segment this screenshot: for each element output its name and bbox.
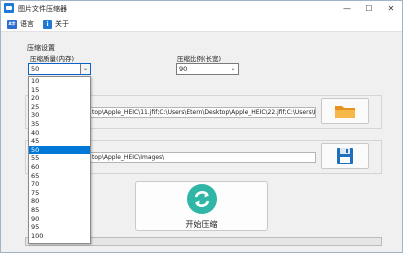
output-folder-field[interactable]: top\Apple_HEIC\Images\ <box>89 152 316 163</box>
quality-option[interactable]: 80 <box>29 197 90 206</box>
quality-option[interactable]: 20 <box>29 94 90 103</box>
start-compress-button[interactable]: 开始压缩 <box>135 181 268 231</box>
quality-option[interactable]: 95 <box>29 223 90 232</box>
quality-option[interactable]: 40 <box>29 129 90 138</box>
quality-option[interactable]: 10 <box>29 77 90 86</box>
ratio-label: 压缩比例(长宽) <box>177 55 222 63</box>
chevron-down-icon[interactable]: ⌄ <box>228 64 238 74</box>
menu-about[interactable]: i 关于 <box>43 18 69 30</box>
folder-icon <box>335 106 355 118</box>
quality-dropdown-list: 10 15 20 25 30 35 40 45 50 55 60 65 70 75 80 85 90 95 100 <box>28 76 91 244</box>
input-files-field[interactable]: top\Apple_HEIC\11.jfif;C:\Users\Etern\De… <box>89 107 316 118</box>
menu-language[interactable]: A字 语言 <box>7 18 34 30</box>
language-icon: A字 <box>7 19 17 29</box>
window-title: 图片文件压缩器 <box>18 5 67 13</box>
refresh-icon <box>187 184 217 214</box>
open-folder-button[interactable] <box>321 98 369 124</box>
quality-select[interactable]: 50 ⌄ <box>28 63 91 75</box>
settings-group-title: 压缩设置 <box>27 44 55 52</box>
info-icon: i <box>43 19 52 29</box>
app-icon <box>4 3 14 13</box>
quality-option[interactable]: 90 <box>29 215 90 224</box>
title-bar: 图片文件压缩器 — ☐ ✕ <box>1 1 402 16</box>
menu-language-label: 语言 <box>20 20 34 28</box>
maximize-button[interactable]: ☐ <box>358 1 380 16</box>
quality-option[interactable]: 85 <box>29 206 90 215</box>
minimize-button[interactable]: — <box>336 1 358 16</box>
ratio-select[interactable]: 90 ⌄ <box>176 63 239 75</box>
menu-about-label: 关于 <box>55 20 69 28</box>
close-button[interactable]: ✕ <box>380 1 402 16</box>
quality-select-value: 50 <box>31 65 40 73</box>
quality-option[interactable]: 25 <box>29 103 90 112</box>
chevron-down-icon[interactable]: ⌄ <box>80 64 90 74</box>
quality-option[interactable]: 70 <box>29 180 90 189</box>
quality-option[interactable]: 55 <box>29 154 90 163</box>
ratio-select-value: 90 <box>179 65 188 73</box>
menu-bar: A字 语言 i 关于 <box>1 16 402 32</box>
app-window: 图片文件压缩器 — ☐ ✕ A字 语言 i 关于 压缩设置 压缩质量(内存) 5… <box>0 0 403 253</box>
quality-option[interactable]: 15 <box>29 86 90 95</box>
quality-option[interactable]: 30 <box>29 111 90 120</box>
quality-option[interactable]: 75 <box>29 189 90 198</box>
start-compress-label: 开始压缩 <box>185 220 218 229</box>
quality-option[interactable]: 100 <box>29 232 90 241</box>
quality-option[interactable]: 50 <box>29 145 90 155</box>
quality-label: 压缩质量(内存) <box>30 55 75 63</box>
quality-option[interactable]: 60 <box>29 163 90 172</box>
save-icon <box>337 148 353 164</box>
quality-option[interactable]: 65 <box>29 172 90 181</box>
quality-option[interactable]: 45 <box>29 137 90 146</box>
save-location-button[interactable] <box>321 143 369 169</box>
quality-option[interactable]: 35 <box>29 120 90 129</box>
